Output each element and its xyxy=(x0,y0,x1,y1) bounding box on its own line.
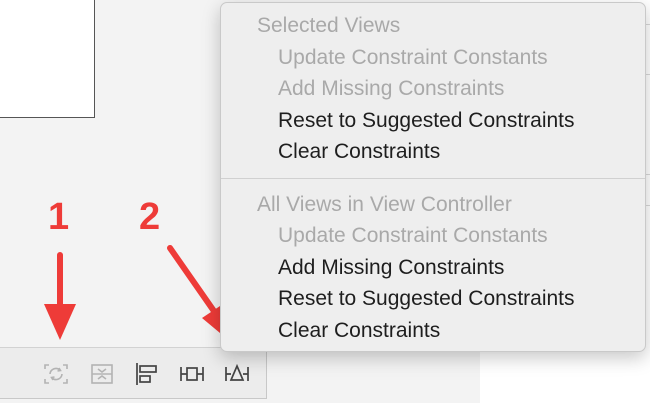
auto-layout-toolbar xyxy=(0,347,267,399)
update-frames-icon[interactable] xyxy=(42,361,70,387)
resolve-auto-layout-issues-icon[interactable] xyxy=(223,361,251,387)
menu-item-update-constraint-constants-all: Update Constraint Constants xyxy=(278,224,548,247)
embed-in-stack-icon[interactable] xyxy=(88,361,116,387)
resolve-auto-layout-issues-menu: Selected Views Update Constraint Constan… xyxy=(220,2,646,352)
menu-item-clear-constraints[interactable]: Clear Constraints xyxy=(278,138,440,166)
menu-item-clear-constraints-all[interactable]: Clear Constraints xyxy=(278,317,440,345)
arrow-one-icon xyxy=(44,252,76,340)
pin-icon[interactable] xyxy=(178,361,206,387)
menu-item-reset-to-suggested-constraints-all[interactable]: Reset to Suggested Constraints xyxy=(278,285,575,313)
menu-header-selected-views: Selected Views xyxy=(257,14,401,37)
menu-separator xyxy=(221,178,645,179)
menu-header-all-views: All Views in View Controller xyxy=(257,193,512,216)
menu-item-add-missing-constraints: Add Missing Constraints xyxy=(278,77,505,100)
menu-item-update-constraint-constants: Update Constraint Constants xyxy=(278,46,548,69)
align-icon[interactable] xyxy=(132,361,160,387)
menu-item-reset-to-suggested-constraints[interactable]: Reset to Suggested Constraints xyxy=(278,107,575,135)
menu-item-add-missing-constraints-all[interactable]: Add Missing Constraints xyxy=(278,254,504,282)
